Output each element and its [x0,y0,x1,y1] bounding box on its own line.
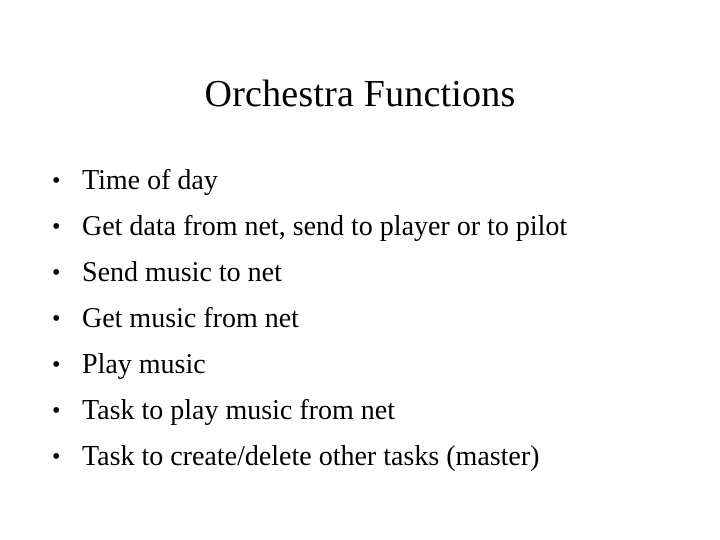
bullet-point-icon: • [52,444,61,470]
list-item-label: Get music from net [82,303,299,334]
list-item: • Send music to net [52,250,700,296]
list-item: • Get data from net, send to player or t… [52,204,700,250]
bullet-point-icon: • [52,214,61,240]
bullet-point-icon: • [52,398,61,424]
list-item-label: Task to create/delete other tasks (maste… [82,441,540,472]
list-item: • Play music [52,342,700,388]
list-item: • Get music from net [52,296,700,342]
list-item-label: Play music [82,349,206,380]
bullet-point-icon: • [52,306,61,332]
list-item-label: Get data from net, send to player or to … [82,211,568,242]
list-item: • Task to play music from net [52,388,700,434]
bullet-point-icon: • [52,260,61,286]
list-item: • Task to create/delete other tasks (mas… [52,434,700,480]
bullet-point-icon: • [52,168,61,194]
bullet-list: • Time of day • Get data from net, send … [52,158,700,480]
list-item-label: Time of day [82,165,218,196]
list-item: • Time of day [52,158,700,204]
page-title: Orchestra Functions [204,73,516,115]
list-item-label: Send music to net [82,257,282,288]
list-item-label: Task to play music from net [82,395,395,426]
bullet-point-icon: • [52,352,61,378]
presentation-slide: Orchestra Functions • Time of day • Get … [0,0,720,540]
